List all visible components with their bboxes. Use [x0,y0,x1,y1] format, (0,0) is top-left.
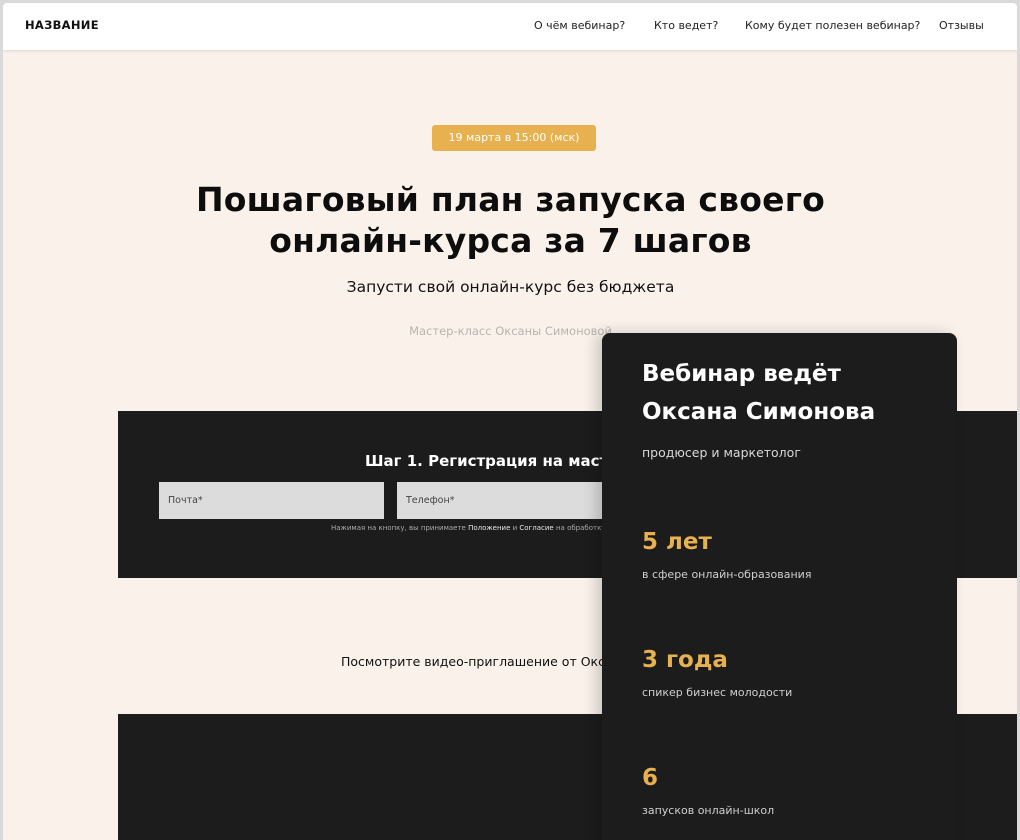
consent-suffix: на обработку [553,524,606,532]
consent-prefix: Нажимая на кнопку, вы принимаете [331,524,469,532]
hero-title-line-1: Пошаговый план запуска своего [195,180,826,219]
registration-title: Шаг 1. Регистрация на мастер [365,452,630,470]
speaker-title: Вебинар ведёт Оксана Симонова [642,355,942,431]
nav-link-audience[interactable]: Кому будет полезен вебинар? [745,19,920,32]
speaker-popup: Вебинар ведёт Оксана Симонова продюсер и… [602,333,957,840]
hero-title: Пошаговый план запуска своего онлайн-кур… [103,179,918,261]
email-field[interactable] [159,482,384,519]
consent-link-regulations[interactable]: Положение [468,524,510,532]
video-caption: Посмотрите видео-приглашение от Оксаны [341,654,631,669]
page: НАЗВАНИЕ О чём вебинар? Кто ведет? Кому … [3,3,1017,840]
consent-link-agreement[interactable]: Согласие [519,524,553,532]
stat-label: в сфере онлайн-образования [642,568,812,581]
speaker-role: продюсер и маркетолог [642,445,801,460]
date-badge: 19 марта в 15:00 (мск) [432,125,596,151]
stat-value: 3 года [642,647,728,673]
phone-field[interactable] [397,482,622,519]
nav-link-reviews[interactable]: Отзывы [939,19,984,32]
consent-text: Нажимая на кнопку, вы принимаете Положен… [331,524,605,532]
nav-link-about[interactable]: О чём вебинар? [534,19,625,32]
speaker-name: Оксана Симонова [642,399,876,425]
stat-label: запусков онлайн-школ [642,804,775,817]
header: НАЗВАНИЕ О чём вебинар? Кто ведет? Кому … [3,3,1017,50]
stat-value: 6 [642,765,659,791]
speaker-title-line-1: Вебинар ведёт [642,361,841,387]
hero-title-line-2: онлайн-курса за 7 шагов [269,221,752,260]
stat-label: спикер бизнес молодости [642,686,793,699]
nav-link-host[interactable]: Кто ведет? [654,19,718,32]
hero-subtitle: Запусти свой онлайн-курс без бюджета [346,278,675,296]
stat-value: 5 лет [642,529,712,555]
logo[interactable]: НАЗВАНИЕ [25,18,99,32]
